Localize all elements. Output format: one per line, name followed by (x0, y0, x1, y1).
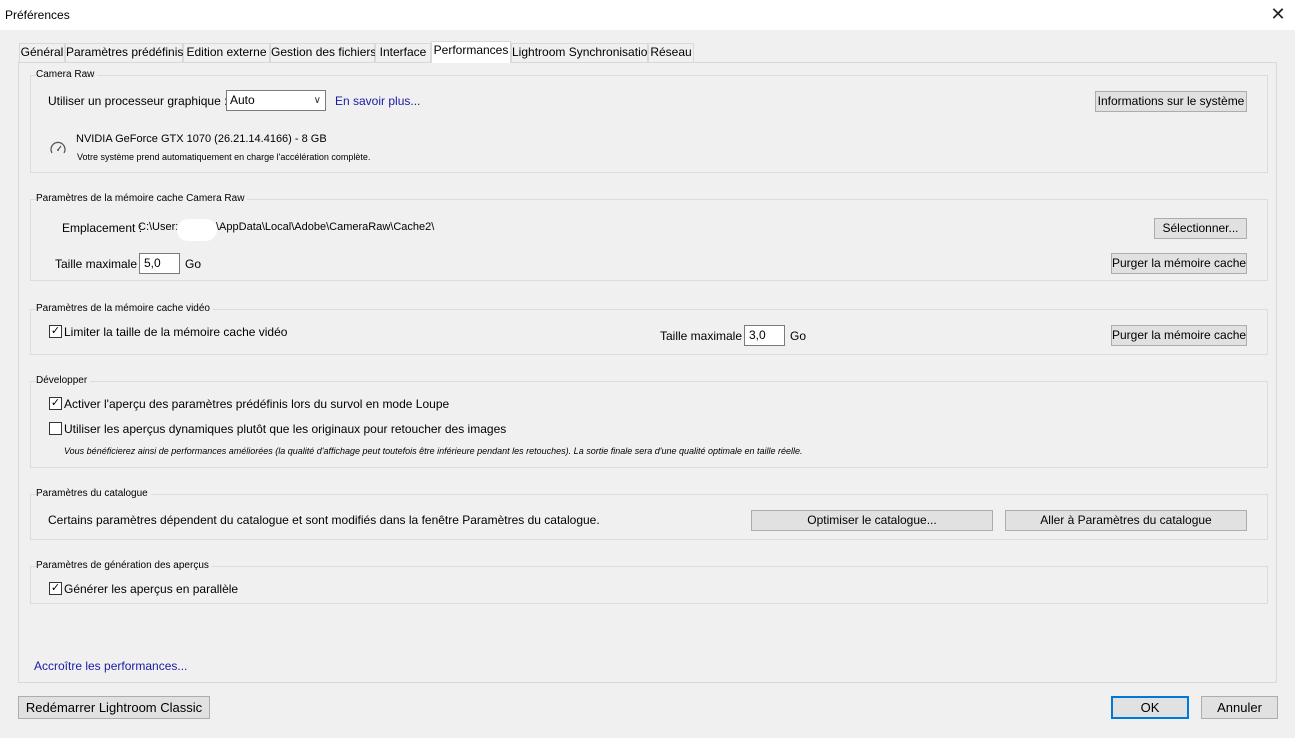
limit-video-cache-checkbox[interactable]: ✓ (49, 325, 62, 338)
redacted-username (177, 219, 217, 241)
tab-interface[interactable]: Interface (375, 43, 431, 62)
gpu-select-value: Auto (230, 93, 255, 107)
tab-performance[interactable]: Performances (431, 41, 511, 63)
limit-video-cache-label: Limiter la taille de la mémoire cache vi… (64, 325, 288, 339)
camera-raw-cache-legend: Paramètres de la mémoire cache Camera Ra… (36, 193, 248, 204)
gpu-status: Votre système prend automatiquement en c… (77, 152, 371, 162)
more-performance-link[interactable]: Accroître les performances... (34, 659, 187, 673)
gpu-name: NVIDIA GeForce GTX 1070 (26.21.14.4166) … (76, 133, 327, 145)
preview-generation-legend: Paramètres de génération des aperçus (36, 560, 212, 571)
gpu-label: Utiliser un processeur graphique : (48, 94, 228, 108)
camera-raw-cache-group (30, 199, 1268, 281)
catalog-description: Certains paramètres dépendent du catalog… (48, 513, 600, 527)
tab-presets[interactable]: Paramètres prédéfinis (65, 43, 183, 62)
window-title: Préférences (5, 8, 70, 22)
cr-max-size-label: Taille maximale : (55, 257, 144, 271)
cancel-button[interactable]: Annuler (1201, 696, 1278, 719)
parallel-previews-checkbox[interactable]: ✓ (49, 582, 62, 595)
preview-presets-label: Activer l'aperçu des paramètres prédéfin… (64, 397, 450, 411)
smart-previews-checkbox[interactable] (49, 422, 62, 435)
video-unit: Go (790, 329, 807, 343)
cr-unit: Go (185, 257, 202, 271)
smart-previews-label: Utiliser les aperçus dynamiques plutôt q… (64, 422, 507, 436)
video-max-size-label: Taille maximale : (660, 329, 749, 343)
preview-presets-checkbox[interactable]: ✓ (49, 397, 62, 410)
optimize-catalog-button[interactable]: Optimiser le catalogue... (751, 510, 993, 531)
tab-external-editing[interactable]: Edition externe (183, 43, 270, 62)
gpu-select[interactable]: Auto ∨ (226, 90, 326, 111)
tab-file-handling[interactable]: Gestion des fichiers (270, 43, 376, 62)
location-path-end: \AppData\Local\Adobe\CameraRaw\Cache2\ (216, 221, 435, 233)
location-path-start: C:\User: (138, 221, 179, 233)
title-bar: Préférences ✕ (0, 0, 1295, 30)
select-location-button[interactable]: Sélectionner... (1154, 218, 1247, 239)
close-icon[interactable]: ✕ (1267, 3, 1289, 25)
video-purge-cache-button[interactable]: Purger la mémoire cache (1111, 325, 1247, 346)
speedometer-icon (49, 140, 67, 158)
restart-lightroom-button[interactable]: Redémarrer Lightroom Classic (18, 696, 210, 719)
tab-general[interactable]: Général (19, 43, 65, 62)
tab-lightroom-sync[interactable]: Lightroom Synchronisation (511, 43, 654, 62)
video-max-size-field[interactable]: 3,0 (744, 325, 785, 346)
video-cache-legend: Paramètres de la mémoire cache vidéo (36, 303, 213, 314)
develop-legend: Développer (36, 375, 91, 386)
system-info-button[interactable]: Informations sur le système (1095, 91, 1247, 112)
camera-raw-legend: Camera Raw (36, 69, 98, 80)
learn-more-link[interactable]: En savoir plus... (335, 94, 420, 108)
chevron-down-icon: ∨ (313, 95, 321, 106)
catalog-legend: Paramètres du catalogue (36, 488, 151, 499)
ok-button[interactable]: OK (1111, 696, 1189, 719)
location-label: Emplacement : (62, 221, 143, 235)
tab-network[interactable]: Réseau (648, 43, 694, 62)
cr-max-size-field[interactable]: 5,0 (139, 253, 180, 274)
parallel-previews-label: Générer les aperçus en parallèle (64, 582, 239, 596)
develop-note: Vous bénéficierez ainsi de performances … (64, 446, 803, 456)
cr-purge-cache-button[interactable]: Purger la mémoire cache (1111, 253, 1247, 274)
goto-catalog-settings-button[interactable]: Aller à Paramètres du catalogue (1005, 510, 1247, 531)
